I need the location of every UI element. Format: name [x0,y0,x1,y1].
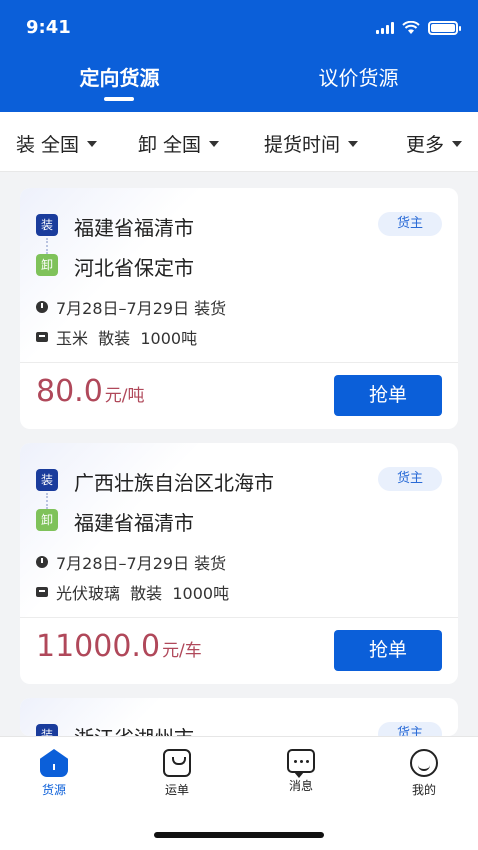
tab-label: 定向货源 [79,66,160,90]
nav-item-source[interactable]: 货源 [24,749,84,798]
nav-item-waybill[interactable]: 运单 [147,749,207,798]
home-indicator[interactable] [154,832,324,838]
cargo-info-text: 玉米 散装 1000吨 [56,329,198,348]
unload-tag: 卸 [36,509,58,531]
caret-down-icon [87,140,98,147]
origin-city: 浙江省湖州市 [74,722,194,736]
owner-badge: 货主 [378,467,442,491]
price-unit: 元/吨 [104,386,145,406]
load-tag: 装 [36,724,58,736]
cargo-card[interactable]: 装 卸 广西壮族自治区北海市 福建省福清市 货主 7月28日–7月29日 装货 … [20,443,458,684]
cargo-info-text: 光伏玻璃 散装 1000吨 [56,584,230,603]
profile-icon [410,749,438,777]
filter-load-region[interactable]: 装 全国 [16,130,98,157]
caret-down-icon [452,140,463,147]
filter-pickup-time[interactable]: 提货时间 [264,130,359,157]
clock-icon [36,556,48,568]
filter-label: 装 全国 [16,134,80,156]
message-icon [287,749,315,778]
filter-unload-region[interactable]: 卸 全国 [138,130,220,157]
tab-negotiable-source[interactable]: 议价货源 [239,62,478,91]
status-time: 9:41 [26,17,71,38]
loading-time-text: 7月28日–7月29日 装货 [56,299,227,318]
owner-badge: 货主 [378,722,442,736]
filter-label: 更多 [406,134,445,156]
active-tab-indicator [104,97,134,101]
price-value: 80.0 [36,374,103,409]
cargo-info: 光伏玻璃 散装 1000吨 [36,580,229,604]
nav-label: 运单 [164,783,189,797]
filter-label: 提货时间 [264,134,341,156]
divider [20,617,458,618]
cargo-card[interactable]: 装 浙江省湖州市 货主 [20,698,458,736]
nav-label: 我的 [411,783,436,797]
route-connector [46,238,48,254]
price-value: 11000.0 [36,629,161,664]
caret-down-icon [348,140,359,147]
nav-item-messages[interactable]: 消息 [271,749,331,794]
destination-city: 福建省福清市 [74,511,194,535]
caret-down-icon [209,140,220,147]
owner-badge: 货主 [378,212,442,236]
status-icons [376,21,461,35]
route-connector [46,493,48,509]
divider [20,362,458,363]
filter-more[interactable]: 更多 [406,130,463,157]
signal-icon [376,22,394,34]
grab-order-button[interactable]: 抢单 [334,630,442,671]
nav-label: 消息 [288,779,313,793]
nav-item-profile[interactable]: 我的 [394,749,454,798]
wifi-icon [402,21,420,34]
order-icon [163,749,191,777]
status-bar: 9:41 [0,0,478,56]
nav-label: 货源 [41,783,66,797]
grab-order-button[interactable]: 抢单 [334,375,442,416]
cargo-info: 玉米 散装 1000吨 [36,325,197,349]
origin-city: 广西壮族自治区北海市 [74,471,274,495]
destination-city: 河北省保定市 [74,256,194,280]
home-icon [40,749,68,777]
tab-label: 议价货源 [318,66,399,90]
load-tag: 装 [36,214,58,236]
box-icon [36,332,48,342]
loading-time-text: 7月28日–7月29日 装货 [56,554,227,573]
price: 80.0 元/吨 [36,374,145,409]
tab-directed-source[interactable]: 定向货源 [0,62,239,101]
battery-icon [428,21,461,35]
price-unit: 元/车 [162,641,202,661]
load-tag: 装 [36,469,58,491]
source-tabs: 定向货源 议价货源 [0,62,478,102]
loading-time: 7月28日–7月29日 装货 [36,295,226,319]
filter-bar: 装 全国 卸 全国 提货时间 更多 [0,112,478,172]
clock-icon [36,301,48,313]
unload-tag: 卸 [36,254,58,276]
loading-time: 7月28日–7月29日 装货 [36,550,226,574]
origin-city: 福建省福清市 [74,216,194,240]
header: 9:41 定向货源 议价货源 [0,0,478,112]
price: 11000.0 元/车 [36,629,202,664]
box-icon [36,587,48,597]
filter-label: 卸 全国 [138,134,202,156]
cargo-card[interactable]: 装 卸 福建省福清市 河北省保定市 货主 7月28日–7月29日 装货 玉米 散… [20,188,458,429]
